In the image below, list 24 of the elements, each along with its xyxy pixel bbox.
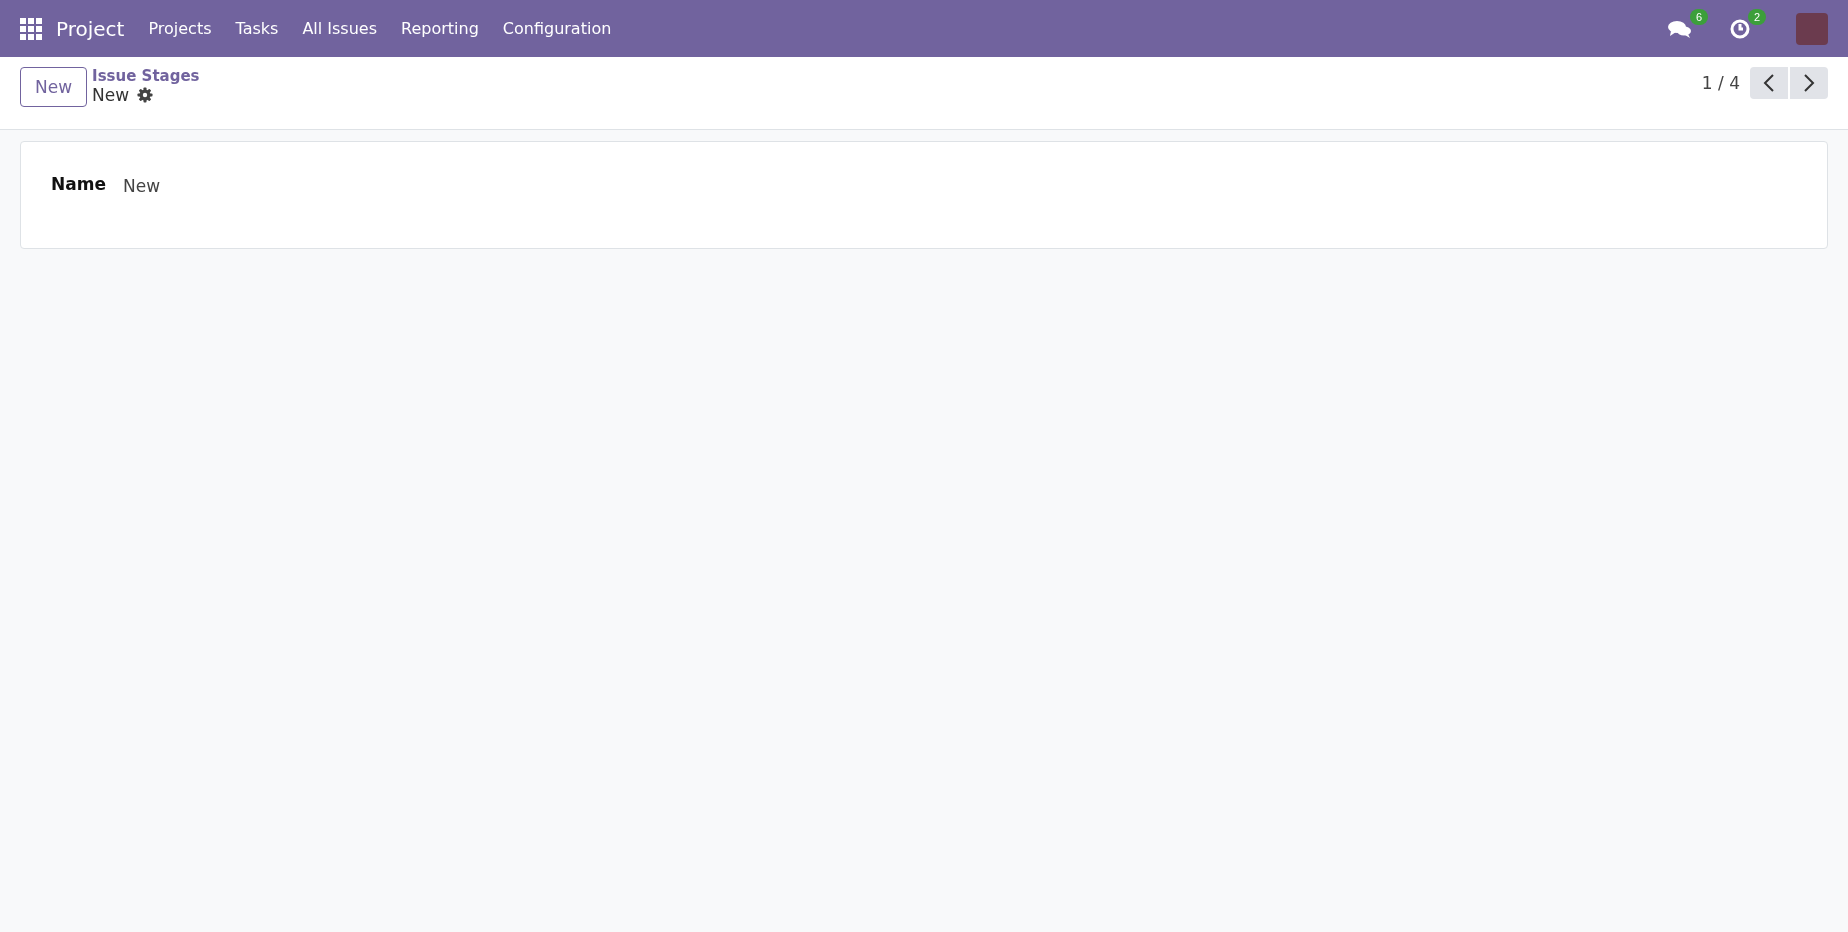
- chat-icon: [1668, 18, 1692, 39]
- apps-menu-icon[interactable]: [20, 17, 42, 40]
- next-button[interactable]: [1790, 67, 1828, 99]
- messages-count: 6: [1689, 8, 1708, 25]
- field-value[interactable]: New: [123, 176, 161, 196]
- activities-button[interactable]: 2: [1730, 8, 1766, 39]
- record-title: New: [92, 85, 130, 105]
- previous-button[interactable]: [1750, 67, 1788, 99]
- chevron-right-icon: [1803, 74, 1815, 92]
- menu-item[interactable]: All Issues: [290, 19, 390, 38]
- menu-item[interactable]: Configuration: [490, 19, 624, 38]
- settings-icon[interactable]: [137, 87, 154, 103]
- app-name[interactable]: Project: [56, 16, 125, 41]
- clock-icon: [1730, 18, 1750, 39]
- menu-item[interactable]: Projects: [136, 19, 224, 38]
- field-label: Name: [51, 174, 107, 194]
- pager-value: 1 / 4: [1701, 73, 1740, 93]
- new-button[interactable]: New: [20, 67, 88, 107]
- messages-button[interactable]: 6: [1668, 8, 1708, 39]
- activities-count: 2: [1747, 8, 1766, 25]
- chevron-left-icon: [1763, 74, 1775, 92]
- menu-item[interactable]: Tasks: [223, 19, 291, 38]
- menu-item[interactable]: Reporting: [389, 19, 491, 38]
- breadcrumb-link[interactable]: Issue Stages: [92, 67, 200, 85]
